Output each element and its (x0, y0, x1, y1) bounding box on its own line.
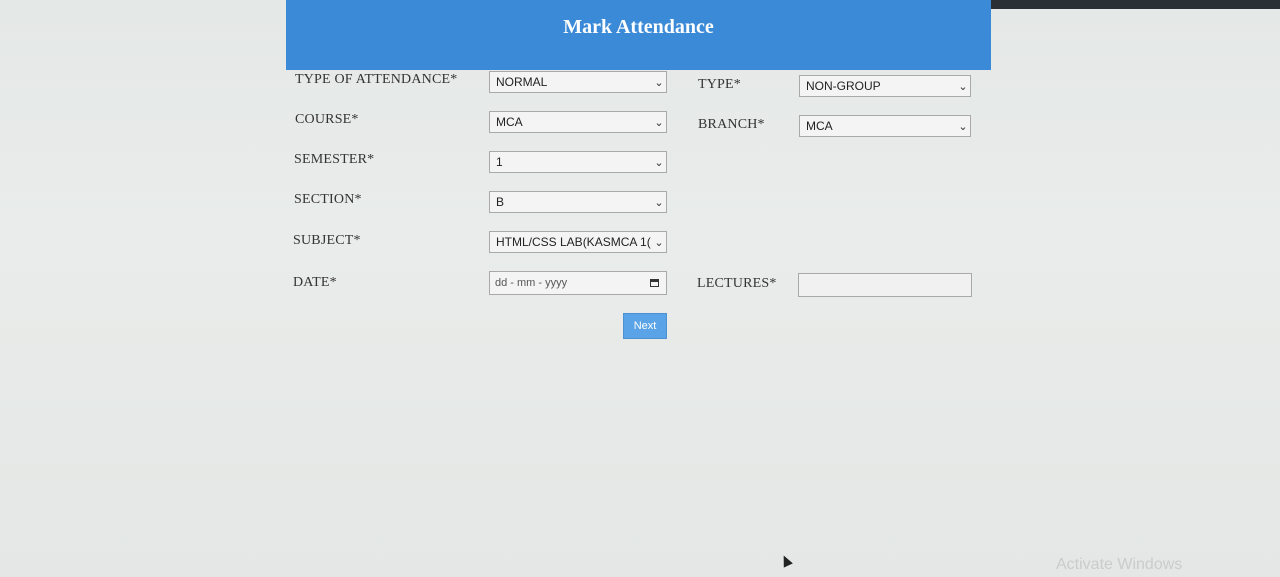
activate-windows-watermark: Activate Windows (1056, 556, 1183, 573)
next-button[interactable]: Next (623, 313, 667, 339)
chevron-down-icon: ⌄ (958, 120, 968, 133)
date-label: DATE* (293, 275, 337, 290)
branch-select[interactable]: MCA ⌄ (799, 115, 971, 137)
course-select[interactable]: MCA ⌄ (489, 111, 667, 133)
type-select[interactable]: NON-GROUP ⌄ (799, 75, 971, 97)
section-select[interactable]: B ⌄ (489, 191, 667, 213)
subject-value: HTML/CSS LAB(KASMCA 1( (496, 235, 651, 249)
chevron-down-icon: ⌄ (654, 76, 664, 89)
course-label: COURSE* (295, 112, 359, 127)
mouse-cursor-icon (779, 553, 793, 568)
date-placeholder: dd - mm - yyyy (495, 277, 568, 289)
page-header: Mark Attendance (286, 0, 991, 70)
subject-select[interactable]: HTML/CSS LAB(KASMCA 1( ⌄ (489, 231, 667, 253)
calendar-icon[interactable] (650, 279, 659, 287)
chevron-down-icon: ⌄ (654, 236, 664, 249)
type-of-attendance-select[interactable]: NORMAL ⌄ (489, 71, 667, 93)
chevron-down-icon: ⌄ (654, 116, 664, 129)
lectures-input[interactable] (798, 273, 972, 297)
semester-value: 1 (496, 155, 503, 169)
date-input[interactable]: dd - mm - yyyy (489, 271, 667, 295)
chevron-down-icon: ⌄ (958, 80, 968, 93)
lectures-label: LECTURES* (697, 276, 777, 291)
chevron-down-icon: ⌄ (654, 156, 664, 169)
type-of-attendance-value: NORMAL (496, 75, 548, 89)
semester-select[interactable]: 1 ⌄ (489, 151, 667, 173)
section-value: B (496, 195, 505, 209)
section-label: SECTION* (294, 192, 362, 207)
window-top-bar (990, 0, 1280, 9)
chevron-down-icon: ⌄ (654, 196, 664, 209)
type-label: TYPE* (698, 77, 741, 92)
type-value: NON-GROUP (806, 79, 881, 93)
semester-label: SEMESTER* (294, 152, 375, 167)
branch-value: MCA (806, 119, 833, 133)
branch-label: BRANCH* (698, 117, 765, 132)
page-title: Mark Attendance (563, 15, 714, 38)
course-value: MCA (496, 115, 523, 129)
subject-label: SUBJECT* (293, 233, 361, 248)
type-of-attendance-label: TYPE OF ATTENDANCE* (295, 72, 458, 87)
